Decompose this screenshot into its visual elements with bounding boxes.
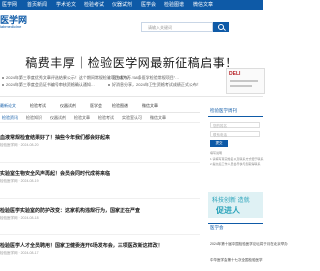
subtab-wechat[interactable]: 微信文章 — [150, 115, 166, 121]
sidebar-ad-banner[interactable]: 科技创新 造就 促进人 — [208, 192, 263, 218]
sidebar-list-item[interactable]: 2024年第十届中国检验医学论坛将于月在北京举办 — [210, 242, 288, 246]
name-field[interactable]: 您的姓名 — [210, 122, 260, 128]
article-title[interactable]: 实验室生物安全风声再起！会员会同时代成将来临 — [0, 170, 110, 177]
note-line: 2.提交后工作人员会尽快与您取得联系 — [210, 162, 261, 166]
tab-reagents[interactable]: 仪器试剂 — [60, 103, 76, 109]
search-button[interactable] — [213, 22, 229, 32]
nav-item-news[interactable]: 首页新闻 — [27, 2, 47, 8]
article-meta: 检验医学网 · 2024-08-19 — [0, 179, 39, 183]
tab-atlas[interactable]: 检验图谱 — [112, 103, 128, 109]
top-navigation-bar: 医学网 首页新闻 学术论文 检验考试 仪器试剂 医学会 检验图谱 微信文章 — [0, 0, 263, 10]
submit-button[interactable]: 提交 — [210, 140, 228, 147]
article-title[interactable]: 检验医学实验室的防护改变：这家机构违规行为，国家正在严查 — [0, 207, 140, 214]
nav-item-atlas[interactable]: 检验图谱 — [164, 2, 184, 8]
bullet-icon — [108, 76, 110, 79]
nav-item-society[interactable]: 医学会 — [141, 2, 156, 8]
section-divider — [0, 96, 263, 97]
sub-tabs: 检验资讯 检验知识 仪器试剂 检验文章 检验考试 实验室认可 微信文章 — [0, 114, 200, 123]
ad-line-1: 科技创新 造就 — [212, 198, 250, 204]
subtab-news[interactable]: 检验资讯 — [2, 115, 18, 121]
sidebar-list-item[interactable]: 中华医学会第十七次全国检验医学 — [210, 258, 263, 262]
ad-decoration — [230, 85, 252, 87]
article-title[interactable]: 血液常规检查结果好了！抽些今年我们都会好起来 — [0, 134, 110, 141]
sidebar: 检验医学周刊 您的姓名 联系电话 提交 填写说明 1.请填写真实姓名以及联系方式… — [208, 106, 288, 271]
sidebar-list-title: 医学会 — [210, 225, 224, 230]
tab-latest-papers[interactable]: 最新论文 — [0, 103, 16, 109]
subtab-articles[interactable]: 检验文章 — [74, 115, 90, 121]
ad-decoration — [230, 80, 258, 82]
search-input[interactable]: 请输入关键词 — [141, 22, 213, 32]
nav-item-wechat[interactable]: 微信文章 — [193, 2, 213, 8]
tab-society[interactable]: 医学会 — [90, 103, 102, 109]
nav-item-exam[interactable]: 检验考试 — [84, 2, 104, 8]
sidebar-divider — [208, 223, 263, 224]
bullet-icon — [2, 83, 4, 86]
divider — [0, 162, 200, 163]
article-meta: 检验医学网 · 2024-08-18 — [0, 216, 39, 220]
nav-item-papers[interactable]: 学术论文 — [56, 2, 76, 8]
bullet-icon — [2, 76, 4, 79]
tab-exam[interactable]: 检验考试 — [30, 103, 46, 109]
notice-item[interactable]: 2024年第三季度会员证书编号审核资格确认通知… — [2, 82, 95, 87]
divider — [0, 234, 200, 235]
notice-item[interactable]: 官方发布！“58条医学检验常规项目”… — [108, 75, 218, 80]
article-meta: 检验医学网 · 2024-08-17 — [0, 251, 39, 255]
sidebar-title: 检验医学周刊 — [210, 108, 237, 113]
bullet-icon — [108, 83, 110, 86]
tab-wechat[interactable]: 微信文章 — [142, 103, 158, 109]
sponsor-ad[interactable]: DELI — [226, 68, 265, 94]
ad-line-2: 促进人 — [216, 206, 240, 215]
subtab-knowledge[interactable]: 检验知识 — [26, 115, 42, 121]
phone-field[interactable]: 联系电话 — [210, 131, 260, 137]
sidebar-header: 检验医学周刊 — [208, 106, 263, 117]
subtab-reagents[interactable]: 仪器试剂 — [50, 115, 66, 121]
article-title[interactable]: 检验医学人才全员聘用！国家卫健委连开6场发布会，三项医改新这样改！ — [0, 242, 163, 249]
note-line: 1.请填写真实姓名以及联系方式便于联系 — [210, 157, 264, 161]
notice-item[interactable]: 好消息分享，2024年卫生资格考试成绩正式公布！ — [108, 82, 218, 87]
sponsor-brand: DELI — [229, 71, 241, 77]
divider — [0, 198, 200, 199]
article-meta: 检验医学网 · 2024-08-20 — [0, 143, 39, 147]
main-tabs: 最新论文 检验考试 仪器试剂 医学会 检验图谱 微信文章 — [0, 100, 200, 113]
search-icon-handle — [223, 28, 226, 31]
banner-headline[interactable]: 稿费丰厚｜检验医学网最新征稿启事！ — [0, 54, 263, 71]
note-title: 填写说明 — [210, 151, 223, 155]
subtab-accreditation[interactable]: 实验室认可 — [122, 115, 142, 121]
nav-item-site[interactable]: 医学网 — [2, 2, 17, 8]
nav-item-reagents[interactable]: 仪器试剂 — [112, 2, 132, 8]
subtab-exam[interactable]: 检验考试 — [98, 115, 114, 121]
site-logo-subtitle: labmedicine — [0, 24, 22, 29]
